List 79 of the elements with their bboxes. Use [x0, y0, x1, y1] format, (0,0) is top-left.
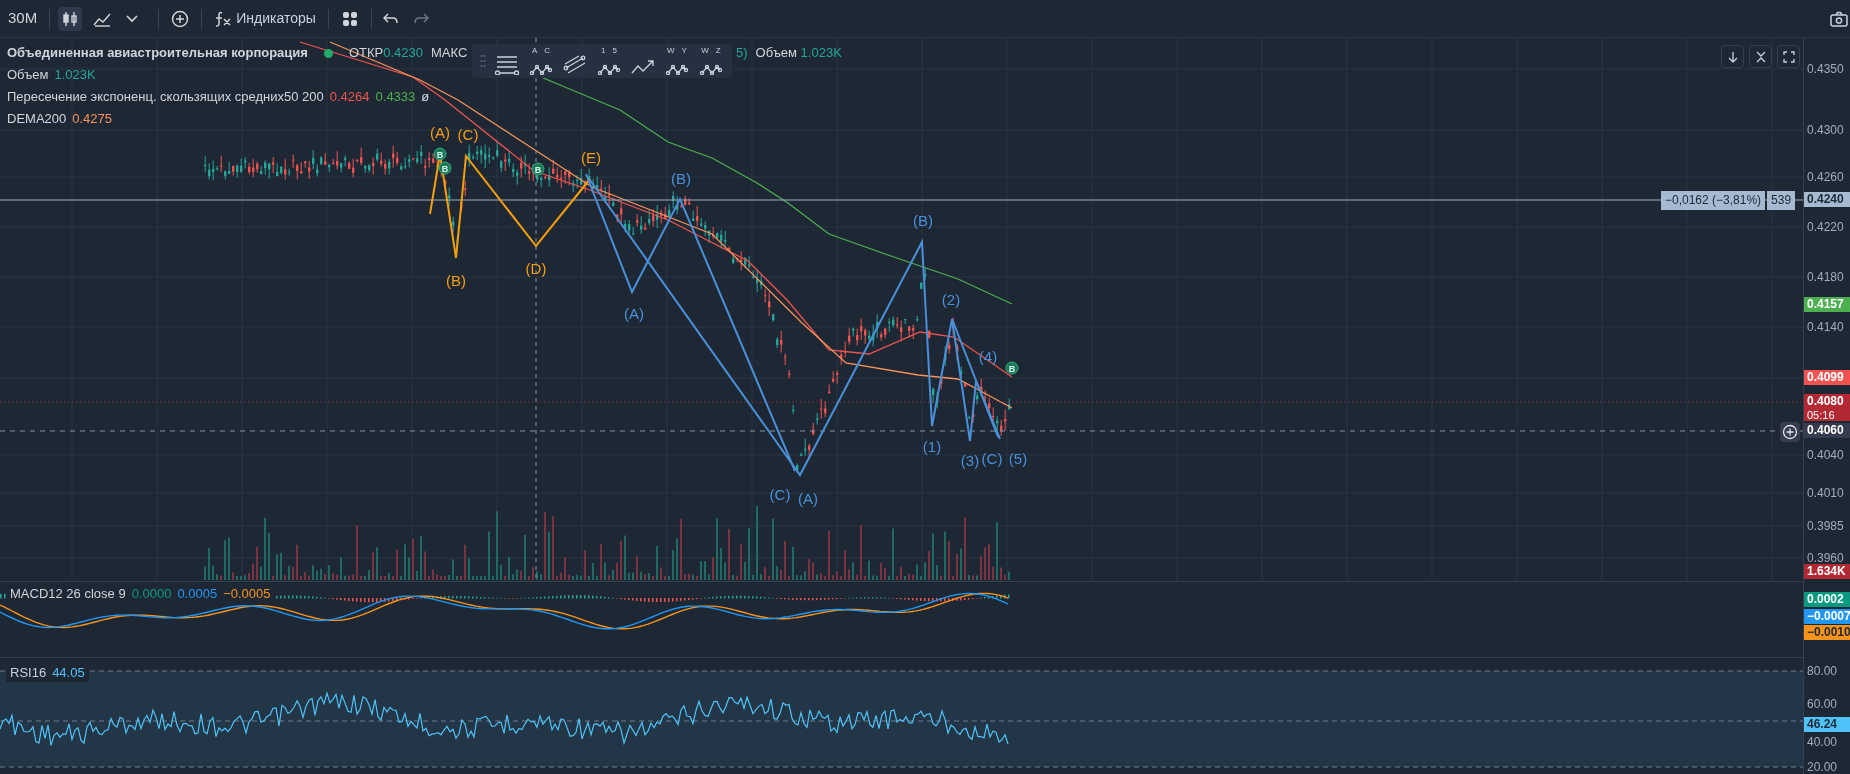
- axis-label: 0.4350: [1807, 62, 1844, 76]
- price-marker: −0.0007: [1804, 609, 1850, 624]
- price-marker: 46.24: [1804, 717, 1850, 732]
- price-change-label: −0,0162 (−3,81%): [1661, 191, 1766, 210]
- axis-label: 0.4260: [1807, 170, 1844, 184]
- drawing-tool-button[interactable]: 1 5: [596, 47, 622, 75]
- indicator-name: DEMA200: [7, 110, 67, 128]
- bar-count-label: 539: [1767, 191, 1796, 210]
- symbol-name: Объединенная авиастроительная корпорация: [7, 44, 308, 62]
- wave-label: (A): [430, 124, 450, 141]
- wave-label: (C): [457, 126, 479, 143]
- signal-marker: B: [433, 147, 447, 161]
- wave-label: (1): [922, 438, 942, 455]
- wave-letter: A: [531, 46, 538, 55]
- volume-value: Объем 1.023K: [755, 44, 842, 62]
- axis-label: 20.00: [1807, 760, 1838, 774]
- axis-label: 0.4180: [1807, 270, 1844, 284]
- wave-label: (C): [769, 486, 791, 503]
- wave-label: (5): [1008, 450, 1028, 467]
- axis-label: 0.4040: [1807, 448, 1844, 462]
- drawing-tool-button[interactable]: A C: [528, 47, 554, 75]
- indicator-name: RSI16: [10, 664, 47, 682]
- wave-letter: 5: [612, 46, 617, 55]
- wave-label: (A): [798, 490, 818, 507]
- indicator-name: Пересечение экспоненц. скользящих средних50 200: [7, 88, 324, 106]
- indicator-value: 0.0005: [177, 585, 218, 603]
- indicator-name: Объем: [7, 66, 49, 84]
- interval-button[interactable]: 30M: [4, 7, 42, 30]
- drawing-tool-button[interactable]: W Z: [698, 47, 724, 75]
- axis-label: 60.00: [1807, 697, 1838, 711]
- wave-letter: C: [544, 46, 551, 55]
- wave-letter: W: [701, 46, 709, 55]
- legend-fragment: 5): [736, 44, 748, 62]
- indicator-value: 0.4333: [375, 88, 416, 106]
- axis-label: 0.4220: [1807, 220, 1844, 234]
- axis-label: 0.4010: [1807, 486, 1844, 500]
- indicator-value: ø: [421, 88, 430, 106]
- axis-label: 0.4140: [1807, 320, 1844, 334]
- signal-marker: B: [1005, 361, 1019, 375]
- wave-label: (3): [960, 452, 980, 469]
- price-marker: 0.0002: [1804, 592, 1850, 607]
- wave-letter: Y: [681, 46, 687, 55]
- indicator-name: MACD12 26 close 9: [10, 585, 126, 603]
- indicator-value: 0.4264: [329, 88, 370, 106]
- wave-label: (B): [446, 272, 466, 289]
- price-marker: 1.634K: [1804, 564, 1850, 579]
- wave-label: (C): [981, 450, 1003, 467]
- indicator-value: 0.0000: [131, 585, 172, 603]
- axis-label: 40.00: [1807, 735, 1838, 749]
- indicator-value: 44.05: [52, 664, 85, 682]
- axis-label: 0.4300: [1807, 123, 1844, 137]
- wave-label: (B): [913, 212, 933, 229]
- indicator-value: 0.4275: [72, 110, 112, 128]
- price-marker: 0.4157: [1804, 297, 1850, 312]
- wave-label: (4): [978, 348, 998, 365]
- wave-label: (2): [941, 291, 961, 308]
- wave-label: (D): [525, 260, 547, 277]
- wave-letter: W: [667, 46, 675, 55]
- open-price: ОТКР0.4230: [348, 44, 423, 62]
- price-marker: 0.4099: [1804, 370, 1850, 385]
- wave-letter: Z: [715, 46, 721, 55]
- wave-label: (A): [624, 305, 644, 322]
- wave-letter: 1: [601, 46, 606, 55]
- price-marker: 0.4080 05:16: [1804, 394, 1850, 421]
- price-marker: 0.4240: [1804, 192, 1850, 207]
- indicators-button[interactable]: Индикаторы: [210, 8, 320, 29]
- price-marker: 0.4060: [1804, 423, 1850, 438]
- axis-label: 0.3960: [1807, 551, 1844, 565]
- price-marker: −0.0010: [1804, 625, 1850, 640]
- wave-label: (B): [671, 170, 691, 187]
- indicator-value: 1.023K: [54, 66, 96, 84]
- indicator-value: −0.0005: [223, 585, 271, 603]
- axis-label: 80.00: [1807, 664, 1838, 678]
- high-label: МАКС: [431, 44, 468, 62]
- wave-label: (E): [581, 149, 601, 166]
- signal-marker: B: [531, 162, 545, 176]
- signal-marker: B: [438, 161, 452, 175]
- drawing-tool-button[interactable]: W Y: [664, 47, 690, 75]
- axis-label: 0.3985: [1807, 519, 1844, 533]
